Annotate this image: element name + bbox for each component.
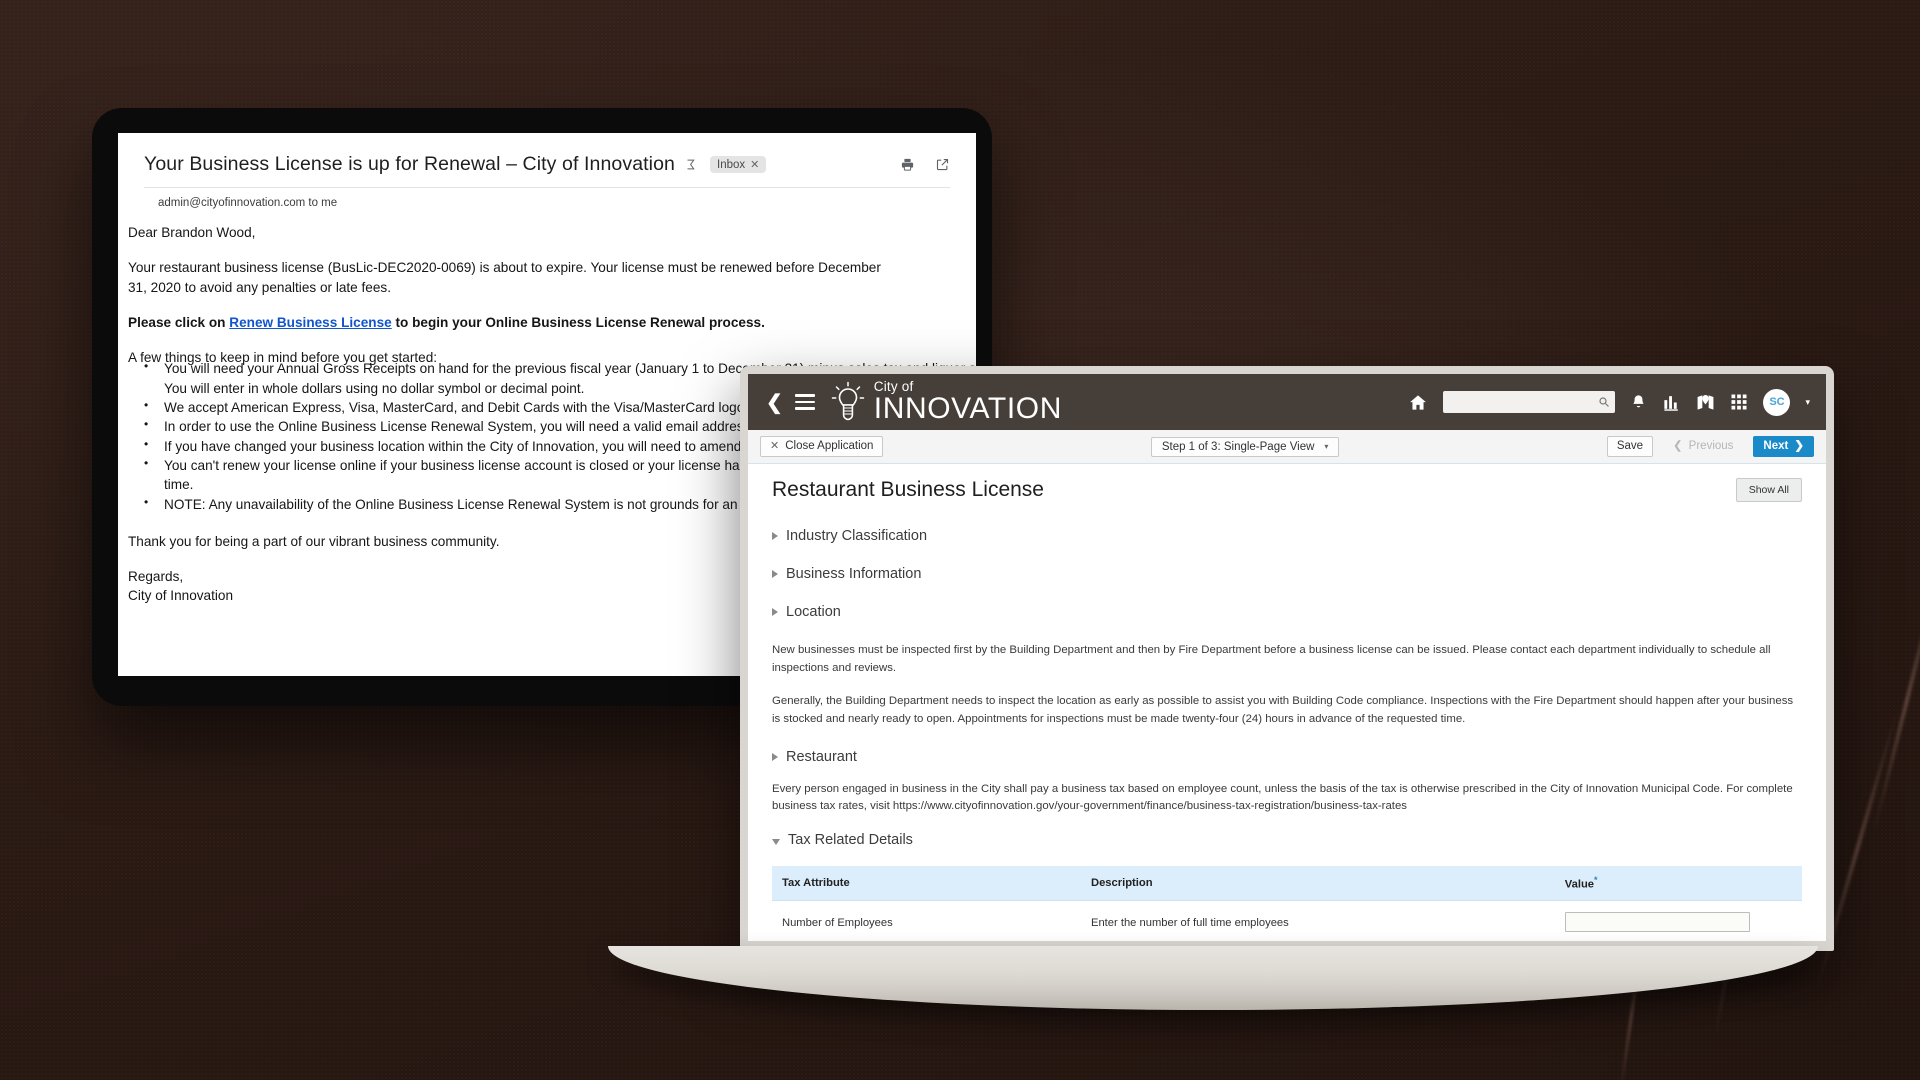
brand-logo[interactable]: City of INNOVATION <box>831 380 1062 425</box>
sign-off: Regards, <box>128 569 184 585</box>
next-button[interactable]: Next ❯ <box>1753 435 1814 458</box>
table-header: Tax Attribute Description Value* <box>772 866 1802 901</box>
cta-suffix: to begin your Online Business License Re… <box>391 314 765 330</box>
email-cta-paragraph: Please click on Renew Business License t… <box>128 313 950 332</box>
section-tax-related-details[interactable]: Tax Related Details <box>772 832 1802 848</box>
column-header-description: Description <box>1081 866 1555 901</box>
inspection-paragraph-1: New businesses must be inspected first b… <box>772 644 1771 674</box>
section-label: Business Information <box>786 566 922 582</box>
cell-description: Enter the number of full time employees <box>1081 900 1555 941</box>
chevron-left-icon: ❮ <box>1673 439 1683 452</box>
application-header: ❮ City of INNOVATION SC ▾ <box>748 374 1826 430</box>
cta-prefix: Please click on <box>128 314 230 330</box>
map-pin-icon[interactable] <box>1696 393 1715 412</box>
inspection-paragraph-2: Generally, the Building Department needs… <box>772 695 1794 726</box>
chevron-right-icon <box>772 570 778 578</box>
browser-viewport: ❮ City of INNOVATION SC ▾ ✕ Close Applic… <box>748 374 1826 941</box>
bar-chart-icon[interactable] <box>1662 393 1681 412</box>
section-label: Tax Related Details <box>788 832 913 849</box>
sign-name: City of Innovation <box>128 588 234 604</box>
application-toolbar: ✕ Close Application Step 1 of 3: Single-… <box>748 430 1826 464</box>
page-title-row: Restaurant Business License Show All <box>772 478 1802 502</box>
required-marker: * <box>1594 875 1598 886</box>
desktop-scene: Your Business License is up for Renewal … <box>0 0 1920 1080</box>
previous-button[interactable]: ❮ Previous <box>1663 436 1743 458</box>
section-label: Restaurant <box>786 748 857 765</box>
table-row: Number of Employees Enter the number of … <box>772 900 1802 941</box>
search-icon <box>1599 397 1610 407</box>
search-input[interactable] <box>1443 391 1616 413</box>
email-subject-row: Your Business License is up for Renewal … <box>144 153 950 188</box>
previous-label: Previous <box>1688 439 1734 452</box>
chevron-right-icon: ❯ <box>1794 439 1804 452</box>
email-subject: Your Business License is up for Renewal … <box>144 153 675 175</box>
label-chip-text: Inbox <box>717 158 746 171</box>
avatar[interactable]: SC <box>1763 388 1791 416</box>
laptop-lid: ❮ City of INNOVATION SC ▾ ✕ Close Applic… <box>740 366 1834 951</box>
email-header: Your Business License is up for Renewal … <box>118 133 976 209</box>
laptop-base <box>608 946 1818 1010</box>
section-restaurant[interactable]: Restaurant <box>772 749 1802 765</box>
print-icon[interactable] <box>900 157 915 172</box>
column-header-tax-attribute: Tax Attribute <box>772 866 1081 901</box>
section-industry-classification[interactable]: Industry Classification <box>772 528 1802 544</box>
reply-icon[interactable] <box>685 157 700 172</box>
close-icon[interactable]: ✕ <box>750 158 759 171</box>
number-of-employees-input[interactable] <box>1564 911 1750 932</box>
open-in-new-icon[interactable] <box>935 157 950 172</box>
bell-icon[interactable] <box>1630 393 1647 412</box>
section-label: Location <box>786 604 841 620</box>
next-label: Next <box>1763 439 1789 452</box>
chevron-down-icon[interactable]: ▾ <box>1805 397 1810 408</box>
column-header-value: Value* <box>1554 866 1802 901</box>
table-body: Number of Employees Enter the number of … <box>772 900 1802 941</box>
cell-value <box>1554 900 1802 941</box>
cell-tax-attribute: Number of Employees <box>772 900 1081 941</box>
brand-text: City of INNOVATION <box>874 380 1062 425</box>
close-application-label: Close Application <box>785 439 874 452</box>
email-paragraph-license: Your restaurant business license (BusLic… <box>128 258 950 297</box>
laptop-device: ❮ City of INNOVATION SC ▾ ✕ Close Applic… <box>608 366 1920 1026</box>
license-line-1: Your restaurant business license (BusLic… <box>128 260 881 276</box>
section-business-information[interactable]: Business Information <box>772 566 1802 582</box>
close-application-button[interactable]: ✕ Close Application <box>760 435 884 458</box>
step-selector[interactable]: Step 1 of 3: Single-Page View ▾ <box>1150 436 1340 457</box>
chevron-down-icon <box>772 838 780 845</box>
brand-line-city: City of <box>873 378 914 394</box>
collapsible-sections: Industry Classification Business Informa… <box>772 528 1802 620</box>
chevron-right-icon <box>772 608 778 616</box>
label-chip-inbox[interactable]: Inbox ✕ <box>710 156 767 173</box>
apps-grid-icon[interactable] <box>1730 393 1748 411</box>
lightbulb-icon <box>831 381 865 423</box>
renew-business-license-link[interactable]: Renew Business License <box>229 315 391 330</box>
chevron-right-icon <box>772 532 778 540</box>
table-header-row: Tax Attribute Description Value* <box>772 866 1802 901</box>
email-sender: admin@cityofinnovation.com to me <box>158 197 338 209</box>
close-x-icon: ✕ <box>770 439 780 452</box>
page-title: Restaurant Business License <box>772 478 1044 501</box>
chevron-down-icon: ▾ <box>1324 442 1329 451</box>
hamburger-menu-icon[interactable] <box>794 394 815 410</box>
form-content: Restaurant Business License Show All Ind… <box>748 464 1826 941</box>
email-greeting: Dear Brandon Wood, <box>128 225 256 240</box>
column-header-value-label: Value <box>1564 878 1595 891</box>
business-tax-paragraph: Every person engaged in business in the … <box>772 782 1793 813</box>
tax-details-table: Tax Attribute Description Value* Number … <box>772 866 1802 941</box>
section-label: Industry Classification <box>786 528 928 544</box>
license-line-2: 31, 2020 to avoid any penalties or late … <box>128 279 391 295</box>
chevron-right-icon <box>772 752 778 761</box>
section-location[interactable]: Location <box>772 604 1802 620</box>
show-all-button[interactable]: Show All <box>1735 478 1802 502</box>
app-header-actions: SC ▾ <box>1408 388 1810 416</box>
chevron-left-icon[interactable]: ❮ <box>762 390 795 415</box>
save-button[interactable]: Save <box>1606 435 1654 458</box>
step-selector-label: Step 1 of 3: Single-Page View <box>1161 440 1315 453</box>
brand-line-innovation: INNOVATION <box>873 392 1062 426</box>
home-icon[interactable] <box>1408 393 1428 412</box>
